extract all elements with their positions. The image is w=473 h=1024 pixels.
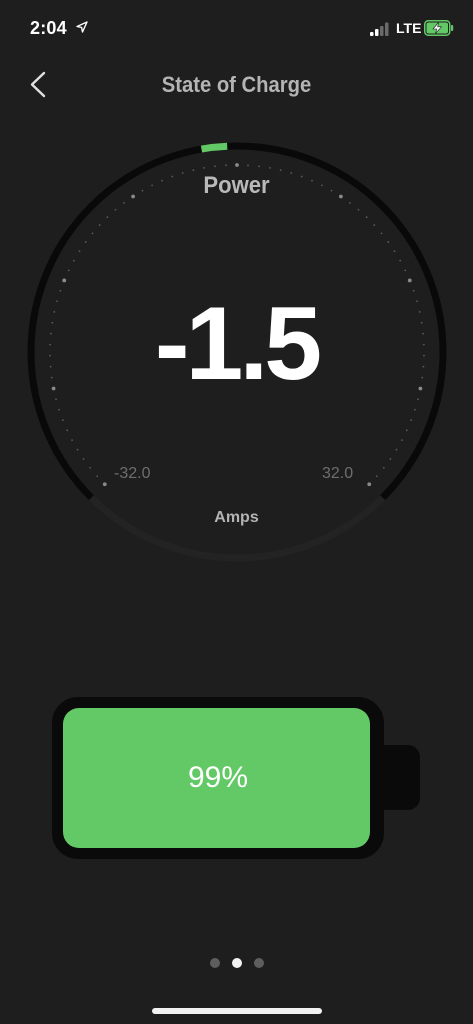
gauge-minor-tick xyxy=(357,208,360,211)
gauge-minor-tick xyxy=(55,398,57,401)
gauge-minor-tick xyxy=(67,269,70,272)
page-dot[interactable] xyxy=(253,958,264,968)
gauge-minor-tick xyxy=(84,241,87,243)
gauge-value: -1.5 xyxy=(154,286,322,402)
gauge-minor-tick xyxy=(214,165,216,168)
battery-charging-icon xyxy=(424,20,454,36)
gauge-minor-tick xyxy=(91,232,94,235)
gauge-minor-tick xyxy=(405,429,408,432)
gauge-minor-tick xyxy=(258,165,260,168)
gauge-minor-tick xyxy=(89,466,92,469)
gauge-minor-tick xyxy=(395,448,398,451)
gauge-minor-tick xyxy=(373,224,376,226)
gauge-minor-tick xyxy=(72,259,75,262)
gauge-minor-tick xyxy=(365,216,368,219)
gauge-minor-tick xyxy=(410,419,413,422)
gauge-unit-label: Amps xyxy=(214,509,259,526)
gauge-minor-tick xyxy=(71,439,73,442)
gauge-minor-tick xyxy=(387,241,390,243)
gauge-minor-tick xyxy=(404,269,407,272)
page-indicator xyxy=(0,958,473,970)
gauge-minor-tick xyxy=(76,448,79,451)
gauge-minor-tick xyxy=(348,202,351,204)
home-indicator[interactable] xyxy=(152,1008,322,1014)
gauge-minor-tick xyxy=(58,408,61,411)
gauge-major-tick xyxy=(367,482,372,487)
location-arrow-icon xyxy=(76,21,88,33)
gauge-minor-tick xyxy=(192,169,195,172)
gauge-minor-tick xyxy=(279,169,282,172)
gauge-title: Power xyxy=(203,172,270,199)
battery-percent: 99% xyxy=(187,761,249,794)
page-title: State of Charge xyxy=(161,72,312,97)
gauge-major-tick xyxy=(62,278,67,283)
gauge-minor-tick xyxy=(225,164,227,167)
status-time: 2:04 xyxy=(30,18,67,38)
gauge-minor-tick xyxy=(417,398,419,401)
gauge-minor-tick xyxy=(61,419,64,422)
page-dot[interactable] xyxy=(231,958,242,968)
gauge-major-tick xyxy=(102,482,107,487)
gauge-minor-tick xyxy=(96,475,99,478)
battery-terminal xyxy=(384,745,420,810)
gauge-minor-tick xyxy=(268,167,271,169)
gauge-minor-tick xyxy=(78,250,81,253)
nav-bar: State of Charge xyxy=(0,60,473,110)
gauge-min-label: -32.0 xyxy=(114,465,151,482)
gauge-major-tick xyxy=(407,278,412,283)
gauge-minor-tick xyxy=(399,259,402,262)
gauge-minor-tick xyxy=(114,208,117,211)
gauge-minor-tick xyxy=(401,439,403,442)
battery-level-indicator: 99% xyxy=(52,697,384,859)
gauge-minor-tick xyxy=(382,466,385,469)
gauge-major-tick xyxy=(235,163,239,167)
signal-icon xyxy=(370,22,389,36)
gauge-minor-tick xyxy=(375,475,378,478)
page-dot[interactable] xyxy=(209,958,220,968)
gauge-minor-tick xyxy=(98,224,101,226)
gauge-max-label: 32.0 xyxy=(322,465,354,482)
network-label: LTE xyxy=(396,20,422,36)
gauge-minor-tick xyxy=(106,216,109,219)
gauge-minor-tick xyxy=(66,429,69,432)
gauge-minor-tick xyxy=(203,167,206,169)
gauge-indicator xyxy=(200,142,228,153)
gauge-minor-tick xyxy=(389,458,392,460)
gauge-minor-tick xyxy=(413,408,416,411)
status-bar: 2:04 LTE xyxy=(0,0,473,58)
gauge-minor-tick xyxy=(247,164,249,167)
gauge-minor-tick xyxy=(393,250,396,253)
gauge-minor-tick xyxy=(380,232,383,235)
gauge-minor-tick xyxy=(82,458,85,460)
gauge-minor-tick xyxy=(123,202,126,204)
